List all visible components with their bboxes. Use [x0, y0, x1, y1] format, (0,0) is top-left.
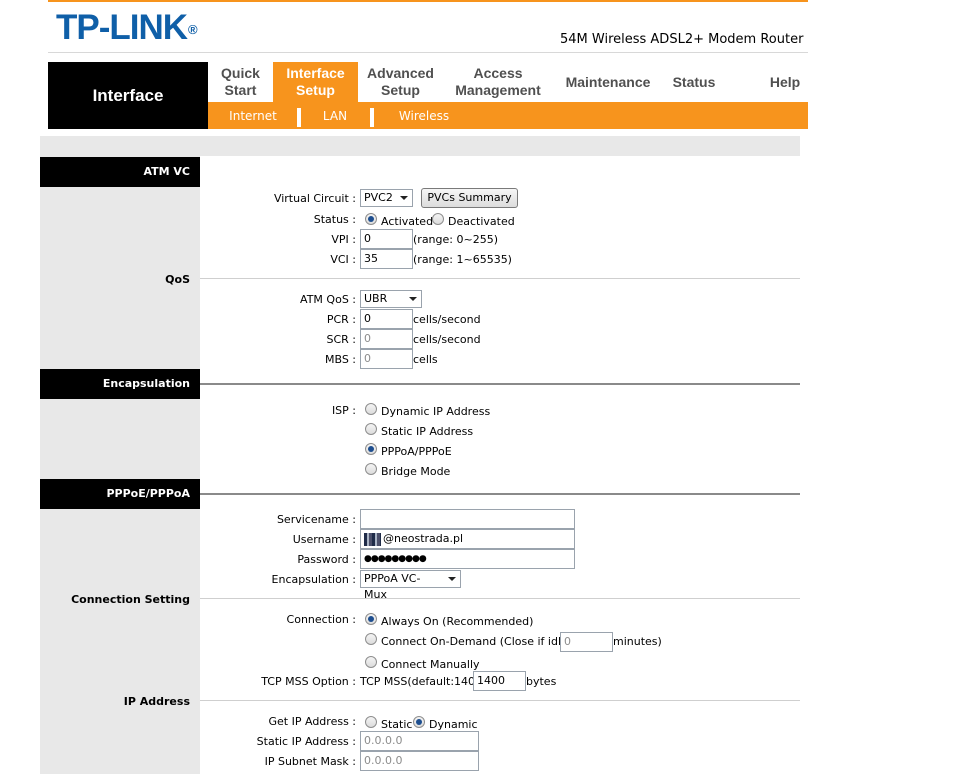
tab-help[interactable]: Help	[760, 62, 810, 102]
divider	[200, 700, 800, 701]
subtab-internet[interactable]: Internet	[222, 107, 284, 125]
tab-access-management[interactable]: Access Management	[443, 62, 553, 102]
subtab-wireless[interactable]: Wireless	[392, 107, 456, 125]
password-label: Password :	[297, 553, 356, 566]
status-deactivated-radio[interactable]	[432, 213, 444, 225]
divider	[200, 278, 800, 279]
tcp-mss-text: TCP MSS(default:1400)	[360, 675, 487, 688]
servicename-label: Servicename :	[276, 513, 356, 526]
isp-dynamic-label: Dynamic IP Address	[381, 405, 491, 418]
atm-qos-label: ATM QoS :	[300, 293, 356, 306]
section-connection-setting: Connection Setting	[71, 593, 190, 606]
get-ip-dynamic-radio[interactable]	[413, 716, 425, 728]
subnav-divider	[370, 108, 374, 127]
connection-on-demand-radio[interactable]	[365, 633, 377, 645]
status-label: Status :	[313, 213, 356, 226]
mbs-input[interactable]: 0	[360, 349, 413, 369]
redacted-text	[364, 533, 381, 546]
vci-range: (range: 1~65535)	[413, 253, 512, 266]
vci-input[interactable]: 35	[360, 249, 413, 269]
pvcs-summary-button[interactable]: PVCs Summary	[421, 188, 518, 208]
connection-label: Connection :	[286, 613, 356, 626]
subnav-divider	[297, 108, 301, 127]
encap-label: Encapsulation :	[271, 573, 356, 586]
chevron-down-icon	[400, 196, 408, 200]
password-input[interactable]: ●●●●●●●●●	[360, 549, 575, 569]
pcr-unit: cells/second	[413, 313, 481, 326]
section-qos: QoS	[165, 273, 190, 286]
section-atm-vc: ATM VC	[40, 157, 200, 187]
username-label: Username :	[292, 533, 356, 546]
connection-manual-label: Connect Manually	[381, 658, 480, 671]
scr-label: SCR :	[326, 333, 356, 346]
pcr-input[interactable]: 0	[360, 309, 413, 329]
tab-quick-start[interactable]: Quick Start	[208, 62, 273, 102]
static-ip-input[interactable]: 0.0.0.0	[360, 731, 479, 751]
isp-bridge-radio[interactable]	[365, 463, 377, 475]
section-ip-address: IP Address	[123, 695, 190, 708]
tp-link-logo: TP-LINK®	[56, 8, 198, 47]
connection-always-on-radio[interactable]	[365, 613, 377, 625]
get-ip-static-label: Static	[381, 718, 413, 731]
section-pppoe: PPPoE/PPPoA	[40, 479, 200, 509]
isp-pppoa-label: PPPoA/PPPoE	[381, 445, 452, 458]
vpi-range: (range: 0~255)	[413, 233, 498, 246]
content-top-strip	[40, 136, 800, 156]
mbs-label: MBS :	[324, 353, 356, 366]
get-ip-label: Get IP Address :	[268, 715, 356, 728]
isp-dynamic-radio[interactable]	[365, 403, 377, 415]
virtual-circuit-label: Virtual Circuit :	[273, 192, 356, 205]
pcr-label: PCR :	[326, 313, 356, 326]
get-ip-dynamic-label: Dynamic	[429, 718, 478, 731]
mbs-unit: cells	[413, 353, 438, 366]
label-column	[40, 156, 200, 774]
connection-on-demand-label: Connect On-Demand (Close if idle for	[381, 635, 587, 648]
header-divider	[48, 52, 808, 53]
isp-static-radio[interactable]	[365, 423, 377, 435]
connection-manual-radio[interactable]	[365, 656, 377, 668]
status-deactivated-label: Deactivated	[448, 215, 515, 228]
idle-minutes-unit: minutes)	[613, 635, 662, 648]
atm-qos-select[interactable]: UBR	[360, 290, 422, 308]
tcp-mss-input[interactable]: 1400	[473, 671, 526, 691]
scr-input[interactable]: 0	[360, 329, 413, 349]
tab-advanced-setup[interactable]: Advanced Setup	[358, 62, 443, 102]
idle-minutes-input[interactable]: 0	[560, 632, 613, 652]
static-ip-label: Static IP Address :	[256, 735, 356, 748]
vci-label: VCI :	[330, 253, 356, 266]
section-divider	[200, 493, 800, 495]
isp-pppoa-radio[interactable]	[365, 443, 377, 455]
subnet-mask-label: IP Subnet Mask :	[264, 755, 356, 768]
status-activated-label: Activated	[381, 215, 434, 228]
chevron-down-icon	[409, 297, 417, 301]
tab-interface-setup[interactable]: Interface Setup	[273, 62, 358, 102]
username-input[interactable]: @neostrada.pl	[360, 529, 575, 549]
tcp-mss-label: TCP MSS Option :	[261, 675, 356, 688]
top-accent-line	[48, 0, 808, 2]
scr-unit: cells/second	[413, 333, 481, 346]
tcp-mss-unit: bytes	[526, 675, 557, 688]
get-ip-static-radio[interactable]	[365, 716, 377, 728]
chevron-down-icon	[448, 577, 456, 581]
subtab-lan[interactable]: LAN	[310, 107, 360, 125]
vpi-label: VPI :	[331, 233, 356, 246]
isp-bridge-label: Bridge Mode	[381, 465, 451, 478]
divider	[200, 598, 800, 599]
connection-always-on-label: Always On (Recommended)	[381, 615, 534, 628]
virtual-circuit-select[interactable]: PVC2	[360, 189, 413, 207]
tab-status[interactable]: Status	[664, 62, 724, 102]
section-divider	[200, 383, 800, 385]
section-encapsulation: Encapsulation	[40, 369, 200, 399]
model-name: 54M Wireless ADSL2+ Modem Router	[560, 32, 804, 47]
servicename-input[interactable]	[360, 509, 575, 529]
vpi-input[interactable]: 0	[360, 229, 413, 249]
encap-select[interactable]: PPPoA VC-Mux	[360, 570, 461, 601]
isp-label: ISP :	[331, 404, 356, 417]
isp-static-label: Static IP Address	[381, 425, 474, 438]
tab-maintenance[interactable]: Maintenance	[560, 62, 656, 102]
status-activated-radio[interactable]	[365, 213, 377, 225]
nav-section-title: Interface	[92, 86, 164, 105]
subnet-mask-input[interactable]: 0.0.0.0	[360, 751, 479, 771]
